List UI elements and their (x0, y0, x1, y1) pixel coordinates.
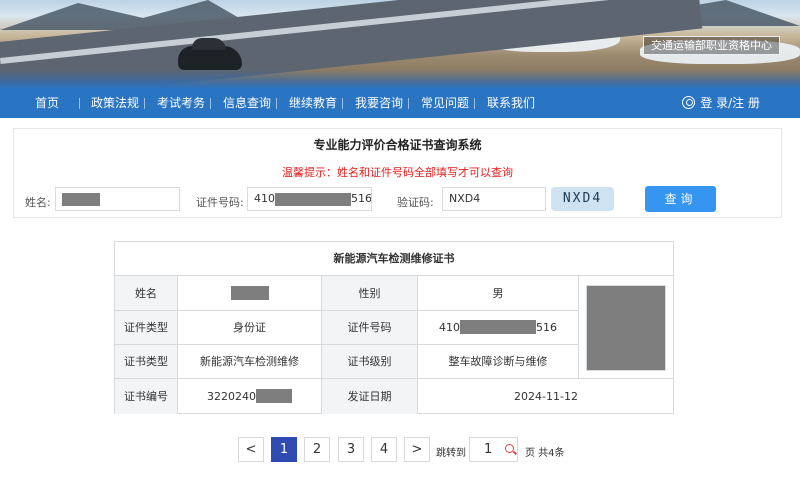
nav-divider (276, 98, 277, 109)
name-field[interactable] (55, 187, 180, 211)
nav-divider (342, 98, 343, 109)
nav-divider (144, 98, 145, 109)
nav-item-education[interactable]: 继续教育 (289, 89, 337, 118)
id-suffix: 516 (351, 192, 372, 205)
header-banner: 交通运输部职业资格中心 (0, 0, 800, 89)
nav-divider (210, 98, 211, 109)
cell-value-name (178, 276, 322, 311)
cell-label-id-number: 证件号码 (322, 311, 418, 345)
cell-value-id-number: 410 516 (418, 311, 579, 345)
cell-label-name: 姓名 (115, 276, 178, 311)
id-suffix: 516 (536, 321, 557, 334)
nav-divider (408, 98, 409, 109)
captcha-input[interactable]: NXD4 (442, 187, 546, 211)
nav-item-exam[interactable]: 考试考务 (157, 89, 205, 118)
cell-value-issue-date: 2024-11-12 (514, 390, 578, 403)
certificate-table: 新能源汽车检测维修证书 姓名 性别 男 证件类型 身份证 证件号码 410 516… (114, 241, 674, 414)
login-label: 登 录/注 册 (700, 96, 760, 110)
login-register-link[interactable]: 登 录/注 册 (682, 89, 760, 118)
nav-item-info-query[interactable]: 信息查询 (223, 89, 271, 118)
prev-page-button[interactable]: < (238, 437, 264, 462)
cell-value-cert-type: 新能源汽车检测维修 (178, 345, 322, 379)
page-2-button[interactable]: 2 (304, 437, 330, 462)
id-label: 证件号码: (196, 196, 244, 209)
page-4-button[interactable]: 4 (371, 437, 397, 462)
name-label: 姓名: (25, 196, 51, 209)
cell-label-gender: 性别 (322, 276, 418, 311)
nav-item-policy[interactable]: 政策法规 (91, 89, 139, 118)
redacted-id (460, 320, 536, 334)
main-nav: 首页 政策法规 考试考务 信息查询 继续教育 我要咨询 常见问题 联系我们 登 … (0, 89, 800, 118)
cell-label-cert-level: 证书级别 (322, 345, 418, 379)
cell-label-cert-type: 证书类型 (115, 345, 178, 379)
redacted-id (275, 192, 351, 206)
nav-item-home[interactable]: 首页 (35, 89, 59, 118)
redacted-name (230, 286, 269, 300)
cell-value-id-type: 身份证 (178, 311, 322, 345)
photo-cell (579, 276, 674, 379)
search-icon[interactable] (505, 444, 514, 453)
jump-to-label: 跳转到 (436, 448, 466, 459)
nav-item-contact[interactable]: 联系我们 (487, 89, 535, 118)
redacted-name (62, 192, 100, 206)
cell-value-cert-level: 整车故障诊断与维修 (418, 345, 579, 379)
redacted-cert-number (256, 389, 292, 403)
id-number-field[interactable]: 410 516 (247, 187, 372, 211)
id-prefix: 410 (254, 192, 275, 205)
cell-label-id-type: 证件类型 (115, 311, 178, 345)
captcha-label: 验证码: (397, 196, 434, 209)
nav-item-faq[interactable]: 常见问题 (421, 89, 469, 118)
query-hint: 温馨提示：姓名和证件号码全部填写才可以查询 (282, 166, 513, 179)
user-icon (682, 96, 696, 109)
query-button[interactable]: 查询 (645, 186, 716, 212)
banner-blue-band (0, 70, 800, 89)
cert-number-prefix: 3220240 (207, 390, 256, 403)
total-count-label: 页 共4条 (525, 448, 565, 459)
page-1-button[interactable]: 1 (271, 437, 297, 462)
cell-label-issue-date: 发证日期 (322, 379, 418, 414)
nav-divider (79, 98, 80, 109)
next-page-button[interactable]: > (404, 437, 430, 462)
banner-car (178, 38, 242, 70)
captcha-image[interactable]: NXD4 (551, 187, 614, 211)
cell-value-gender: 男 (418, 276, 579, 311)
id-prefix: 410 (439, 321, 460, 334)
redacted-photo (586, 285, 666, 371)
nav-divider (474, 98, 475, 109)
query-title: 专业能力评价合格证书查询系统 (313, 138, 482, 152)
query-panel: 专业能力评价合格证书查询系统 温馨提示：姓名和证件号码全部填写才可以查询 姓名:… (13, 128, 782, 218)
certificate-title: 新能源汽车检测维修证书 (115, 242, 673, 276)
cell-value-cert-number: 3220240 (178, 379, 322, 414)
page-3-button[interactable]: 3 (338, 437, 364, 462)
org-link[interactable]: 交通运输部职业资格中心 (643, 36, 780, 55)
cell-label-cert-number: 证书编号 (115, 379, 178, 414)
nav-item-consult[interactable]: 我要咨询 (355, 89, 403, 118)
